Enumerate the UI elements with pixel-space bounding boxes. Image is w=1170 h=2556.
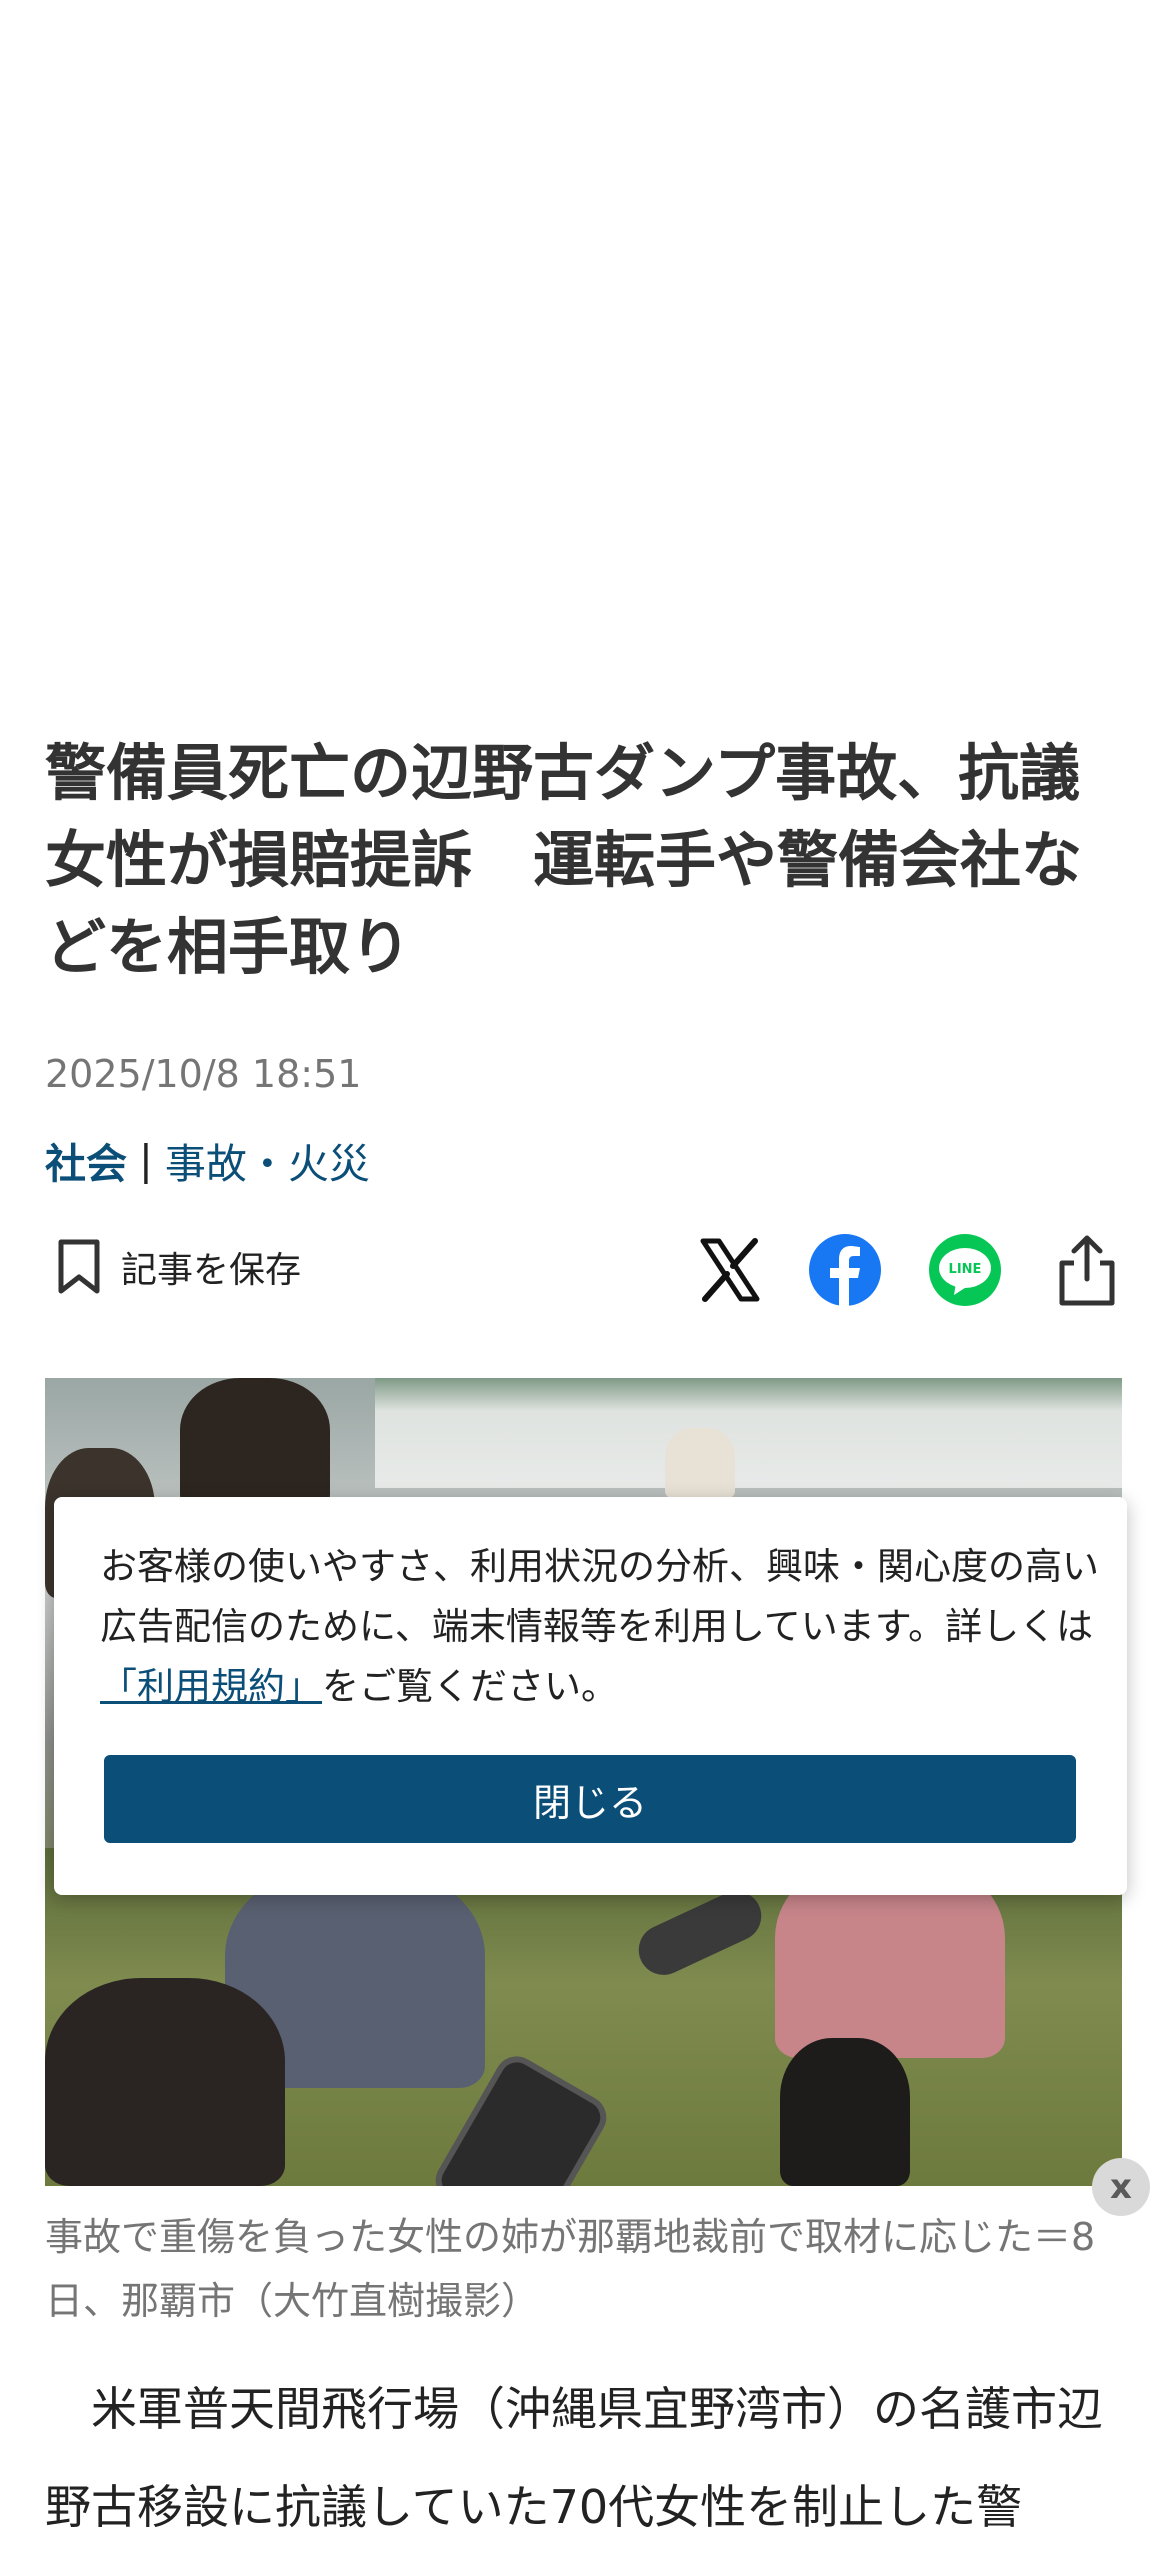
terms-of-use-link[interactable]: 「利用規約」 <box>100 1665 322 1708</box>
line-icon-label: LINE <box>949 1262 982 1277</box>
photo-person <box>180 1378 330 1508</box>
photo-person <box>665 1428 735 1498</box>
photo-caption: 事故で重傷を負った女性の姉が那覇地裁前で取材に応じた＝8日、那覇市（大竹直樹撮影… <box>45 2215 1096 2323</box>
cookie-consent-text-before: お客様の使いやすさ、利用状況の分析、興味・関心度の高い広告配信のために、端末情報… <box>100 1545 1099 1648</box>
category-link-secondary[interactable]: 事故・火災 <box>165 1130 370 1190</box>
facebook-icon <box>809 1234 881 1307</box>
category-link-primary[interactable]: 社会 <box>45 1130 127 1190</box>
cookie-consent-text: お客様の使いやすさ、利用状況の分析、興味・関心度の高い広告配信のために、端末情報… <box>100 1537 1100 1717</box>
bookmark-icon <box>58 1239 100 1294</box>
photo-person <box>780 2038 910 2186</box>
category-breadcrumb: 社会 | 事故・火災 <box>45 1130 370 1190</box>
ad-space <box>0 0 1170 700</box>
cookie-close-button[interactable]: 閉じる <box>104 1755 1076 1843</box>
save-article-label: 記事を保存 <box>121 1250 302 1291</box>
line-icon: LINE <box>929 1234 1001 1306</box>
share-icon <box>1059 1235 1115 1306</box>
x-icon <box>700 1238 760 1302</box>
cookie-consent-text-after: をご覧ください。 <box>322 1665 618 1708</box>
article-date: 2025/10/8 18:51 <box>45 1052 362 1096</box>
share-x-button[interactable] <box>693 1233 767 1307</box>
share-more-button[interactable] <box>1050 1233 1124 1307</box>
article-body-paragraph: 米軍普天間飛行場（沖縄県宜野湾市）の名護市辺野古移設に抗議していた70代女性を制… <box>45 2382 1103 2534</box>
article-headline: 警備員死亡の辺野古ダンプ事故、抗議女性が損賠提訴 運転手や警備会社などを相手取り <box>45 738 1083 983</box>
category-separator: | <box>139 1136 153 1184</box>
save-article-button[interactable]: 記事を保存 <box>55 1238 301 1296</box>
photo-background-wall <box>375 1378 1122 1488</box>
photo-person <box>45 1978 285 2186</box>
share-line-button[interactable]: LINE <box>928 1233 1002 1307</box>
cookie-consent-banner: お客様の使いやすさ、利用状況の分析、興味・関心度の高い広告配信のために、端末情報… <box>54 1497 1127 1895</box>
share-facebook-button[interactable] <box>808 1233 882 1307</box>
